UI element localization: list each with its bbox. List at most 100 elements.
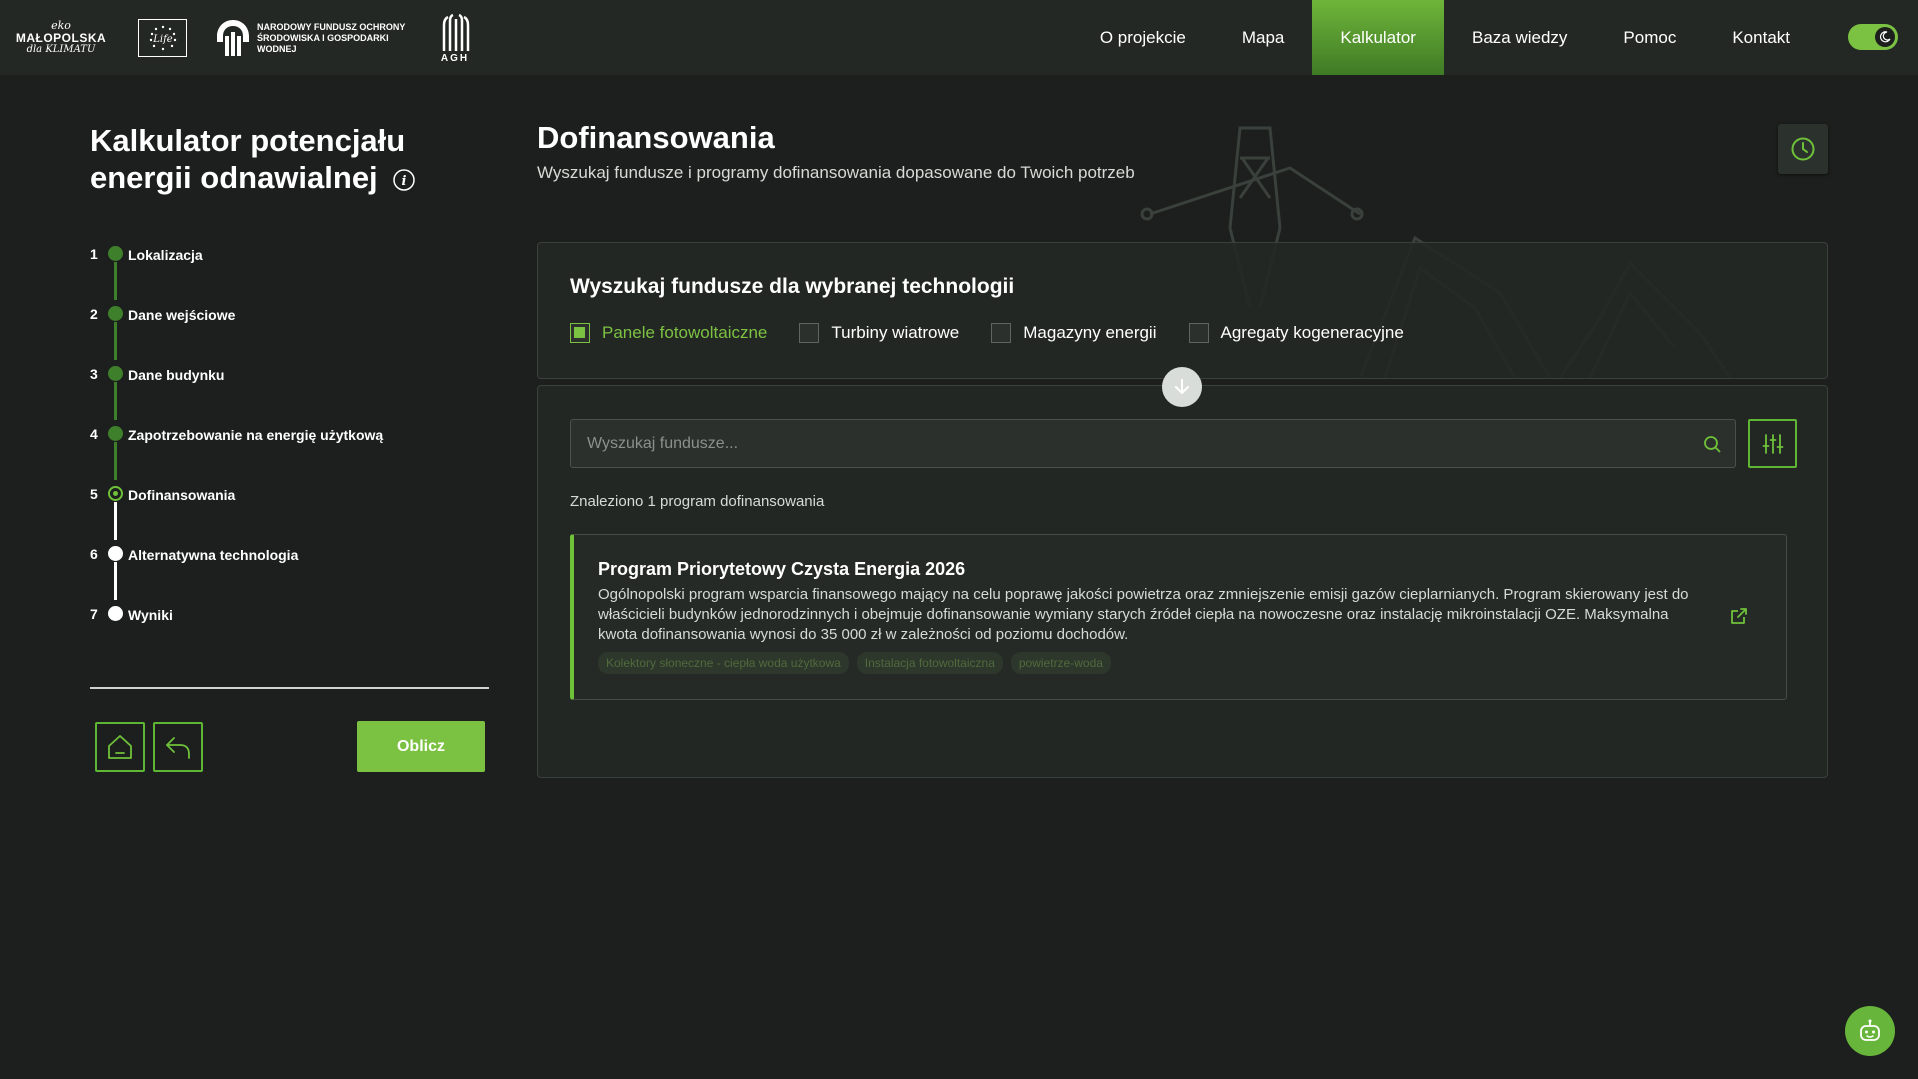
program-description: Ogólnopolski program wsparcia finansoweg… [598, 586, 1689, 643]
step-done-dot [108, 426, 123, 441]
svg-text:i: i [402, 174, 407, 189]
step-connector [114, 262, 117, 300]
scroll-down-button[interactable] [1162, 367, 1202, 407]
nav-o-projekcie[interactable]: O projekcie [1072, 0, 1214, 75]
moon-icon [1875, 27, 1895, 47]
step-7[interactable]: 7 Wyniki [90, 600, 173, 660]
nfosigw-logo[interactable]: NARODOWY FUNDUSZ OCHRONY ŚRODOWISKA I GO… [215, 18, 412, 58]
step-3[interactable]: 3 Dane budynku [90, 360, 224, 420]
step-number: 4 [90, 426, 98, 442]
sliders-icon [1762, 433, 1783, 454]
life-logo[interactable]: Life [138, 19, 187, 57]
nav-baza-wiedzy[interactable]: Baza wiedzy [1444, 0, 1595, 75]
program-tag: Kolektory słoneczne - ciepła woda użytko… [598, 652, 849, 674]
arrow-down-icon [1175, 379, 1189, 394]
step-number: 6 [90, 546, 98, 562]
external-link-icon[interactable] [1730, 607, 1748, 625]
step-number: 1 [90, 246, 98, 262]
tech-option-label: Magazyny energii [1023, 323, 1157, 342]
step-2[interactable]: 2 Dane wejściowe [90, 300, 235, 360]
nav-kontakt[interactable]: Kontakt [1704, 0, 1818, 75]
nav-mapa[interactable]: Mapa [1214, 0, 1313, 75]
tech-option-label: Agregaty kogeneracyjne [1220, 323, 1404, 342]
step-1[interactable]: 1 Lokalizacja [90, 240, 203, 300]
tech-option-label: Turbiny wiatrowe [831, 323, 960, 342]
undo-arrow-icon [166, 737, 190, 759]
nav-kalkulator[interactable]: Kalkulator [1312, 0, 1444, 75]
agh-logo-text: AGH [440, 52, 470, 64]
robot-icon [1860, 1019, 1880, 1041]
step-4[interactable]: 4 Zapotrzebowanie na energię użytkową [90, 420, 383, 480]
technology-selection-card: Wyszukaj fundusze dla wybranej technolog… [537, 242, 1828, 379]
malopolska-logo-name: MAŁOPOLSKA [15, 31, 107, 45]
step-label: Dane budynku [128, 367, 225, 383]
program-tags: Kolektory słoneczne - ciepła woda użytko… [598, 652, 1111, 674]
step-number: 3 [90, 366, 98, 382]
tech-option-magazyny[interactable]: Magazyny energii [991, 323, 1157, 343]
malopolska-logo[interactable]: eko MAŁOPOLSKA dla KLIMATU [12, 20, 110, 56]
search-input[interactable] [571, 420, 1735, 467]
calculate-button[interactable]: Oblicz [357, 721, 485, 772]
filters-button[interactable] [1748, 419, 1797, 468]
funds-search-card: Znaleziono 1 program dofinansowania Prog… [537, 385, 1828, 778]
back-button[interactable] [153, 722, 203, 772]
page-title: Dofinansowania [537, 120, 775, 155]
step-done-dot [108, 306, 123, 321]
step-number: 2 [90, 306, 98, 322]
step-connector [114, 442, 117, 480]
steps-list: 1 Lokalizacja 2 Dane wejściowe 3 Dane bu… [90, 240, 383, 660]
step-connector [114, 562, 117, 600]
results-count: Znaleziono 1 program dofinansowania [570, 493, 825, 510]
home-button[interactable] [95, 722, 145, 772]
chatbot-button[interactable] [1845, 1006, 1895, 1056]
nav-pomoc[interactable]: Pomoc [1595, 0, 1704, 75]
step-connector [114, 502, 117, 540]
program-tag: Instalacja fotowoltaiczna [856, 652, 1003, 674]
step-label: Wyniki [128, 607, 173, 623]
step-future-dot [108, 606, 123, 621]
checkbox[interactable] [799, 323, 820, 343]
step-connector [114, 382, 117, 420]
program-title: Program Priorytetowy Czysta Energia 2026 [598, 559, 966, 579]
tech-option-panele[interactable]: Panele fotowoltaiczne [570, 323, 767, 343]
agh-logo[interactable]: AGH [440, 13, 470, 64]
tech-option-label: Panele fotowoltaiczne [602, 323, 768, 342]
step-label: Dane wejściowe [128, 307, 236, 323]
history-button[interactable] [1778, 124, 1828, 174]
checkbox-checked[interactable] [570, 323, 590, 343]
checkbox[interactable] [991, 323, 1012, 343]
tech-option-turbiny[interactable]: Turbiny wiatrowe [799, 323, 959, 343]
checkbox[interactable] [1188, 323, 1209, 343]
tech-option-agregaty[interactable]: Agregaty kogeneracyjne [1188, 323, 1404, 343]
step-number: 5 [90, 486, 98, 502]
page-subtitle: Wyszukaj fundusze i programy dofinansowa… [537, 163, 1135, 182]
step-label: Alternatywna technologia [128, 547, 299, 563]
step-5[interactable]: 5 Dofinansowania [90, 480, 235, 540]
home-icon [108, 735, 132, 759]
calculator-title: Kalkulator potencjału energii odnawialne… [90, 122, 450, 196]
sidebar-divider [90, 687, 489, 689]
technology-options: Panele fotowoltaiczne Turbiny wiatrowe M… [570, 323, 1404, 343]
step-future-dot [108, 546, 123, 561]
program-tag: powietrze-woda [1010, 652, 1111, 674]
main-nav: O projekcie Mapa Kalkulator Baza wiedzy … [1072, 0, 1918, 75]
step-6[interactable]: 6 Alternatywna technologia [90, 540, 298, 600]
step-label: Lokalizacja [128, 247, 203, 263]
malopolska-logo-sub: dla KLIMATU [26, 44, 96, 55]
eu-stars-icon: Life [149, 25, 176, 51]
partner-logos: eko MAŁOPOLSKA dla KLIMATU Life NARODOWY… [12, 8, 470, 68]
step-label: Zapotrzebowanie na energię użytkową [128, 427, 384, 443]
step-current-dot [108, 486, 123, 501]
agh-emblem-icon [442, 13, 470, 51]
theme-toggle[interactable] [1848, 24, 1898, 50]
step-connector [114, 322, 117, 360]
search-field[interactable] [570, 419, 1736, 468]
nfosigw-logo-text: NARODOWY FUNDUSZ OCHRONY ŚRODOWISKA I GO… [257, 21, 406, 54]
step-done-dot [108, 246, 123, 261]
program-card[interactable]: Program Priorytetowy Czysta Energia 2026… [570, 534, 1787, 700]
nfosigw-emblem-icon [217, 20, 249, 56]
step-number: 7 [90, 606, 98, 622]
technology-heading: Wyszukaj fundusze dla wybranej technolog… [570, 275, 1015, 298]
info-icon[interactable]: i [392, 168, 416, 192]
search-icon[interactable] [1703, 435, 1721, 453]
